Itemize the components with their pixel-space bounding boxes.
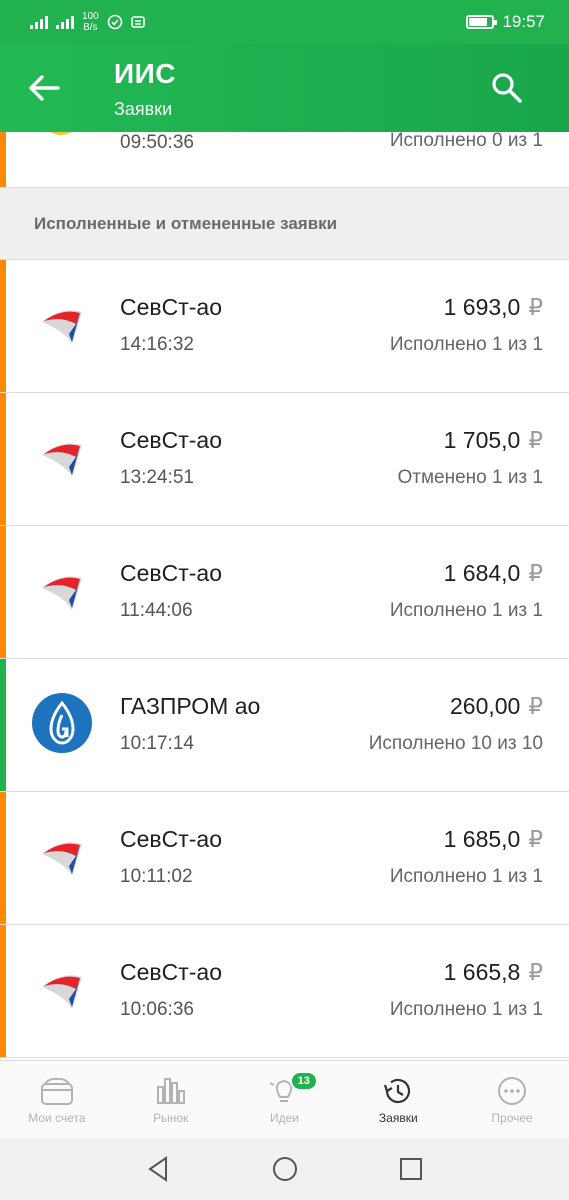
nav-label: Идеи [269, 1111, 299, 1125]
instrument-name: СевСт-ао [120, 427, 223, 453]
instrument-name: ГАЗПРОМ ао [120, 693, 261, 719]
battery-icon [466, 15, 498, 29]
status-bar: 100 B/s 19:57 [0, 0, 569, 44]
order-side-indicator [0, 526, 6, 658]
order-price: 1 685,0 ₽ [444, 826, 543, 853]
order-time: 11:44:06 [120, 600, 193, 621]
gazprom-logo [32, 693, 92, 753]
network-speed-unit: B/s [83, 22, 98, 33]
page-title: ИИС [114, 58, 176, 89]
signal-strength-icon [30, 15, 48, 29]
orders-list: 09:50:36 Исполнено 0 из 1 Исполненные и … [0, 132, 569, 1060]
network-speed: 100 B/s [82, 11, 99, 33]
nav-orders[interactable]: Заявки [341, 1061, 455, 1138]
order-status: Исполнено 1 из 1 [389, 334, 543, 355]
order-row[interactable]: СевСт-ао 10:06:36 1 665,8 ₽ Исполнено 1 из 1 [0, 925, 569, 1058]
order-row-partial[interactable]: 09:50:36 Исполнено 0 из 1 [0, 132, 569, 188]
order-row[interactable]: СевСт-ао 13:24:51 1 705,0 ₽ Отменено 1 из 1 [0, 393, 569, 526]
ruble-icon: ₽ [528, 826, 543, 852]
order-side-indicator [0, 792, 6, 924]
search-icon[interactable] [489, 70, 525, 106]
system-navigation-bar [0, 1138, 569, 1200]
order-price-value: 1 693,0 [443, 294, 521, 320]
order-time: 13:24:51 [120, 467, 194, 488]
order-side-indicator [0, 659, 6, 791]
app-bar: ИИС Заявки [0, 44, 569, 132]
severstal-logo [42, 576, 82, 610]
order-status: Отменено 1 из 1 [397, 467, 543, 488]
instrument-name: СевСт-ао [120, 826, 223, 852]
order-time: 14:16:32 [120, 334, 194, 355]
ideas-count-badge: 13 [289, 1071, 318, 1091]
order-side-indicator [0, 132, 6, 187]
order-row[interactable]: СевСт-ао 10:11:02 1 685,0 ₽ Исполнено 1 из 1 [0, 792, 569, 925]
nav-my-accounts[interactable]: Мои счета [0, 1061, 114, 1138]
nav-label: Заявки [378, 1111, 418, 1125]
ruble-icon: ₽ [528, 427, 543, 453]
order-status: Исполнено 1 из 1 [389, 600, 543, 621]
wallet-icon [40, 1077, 73, 1105]
instrument-logo [50, 132, 72, 135]
notification-icon [130, 16, 145, 28]
order-price-value: 1 705,0 [443, 427, 521, 453]
nav-ideas[interactable]: 13 Идеи [228, 1061, 342, 1138]
bottom-navigation: Мои счета Рынок 13 Идеи Заявки Прочее [0, 1060, 569, 1138]
market-chart-icon [156, 1078, 185, 1104]
signal-strength-icon-2 [56, 15, 74, 29]
order-status: Исполнено 10 из 10 [368, 733, 543, 754]
severstal-logo [42, 975, 82, 1009]
instrument-name: СевСт-ао [120, 294, 223, 320]
order-side-indicator [0, 393, 6, 525]
order-price: 260,00 ₽ [450, 693, 543, 720]
ruble-icon: ₽ [528, 294, 543, 320]
severstal-logo [42, 310, 82, 344]
check-circle-icon [107, 14, 122, 30]
clock: 19:57 [502, 12, 545, 31]
order-status: Исполнено 1 из 1 [389, 866, 543, 887]
order-time: 10:11:02 [120, 866, 193, 887]
severstal-logo [42, 443, 82, 477]
order-row[interactable]: СевСт-ао 14:16:32 1 693,0 ₽ Исполнено 1 из 1 [0, 260, 569, 393]
order-price-value: 1 685,0 [443, 826, 521, 852]
order-price: 1 665,8 ₽ [444, 959, 543, 986]
nav-label: Прочее [491, 1111, 533, 1125]
order-side-indicator [0, 260, 6, 392]
order-row[interactable]: ГАЗПРОМ ао 10:17:14 260,00 ₽ Исполнено 10 из… [0, 659, 569, 792]
order-price-value: 260,00 [450, 693, 521, 719]
section-header: Исполненные и отмененные заявки [0, 188, 569, 260]
order-price: 1 684,0 ₽ [444, 560, 543, 587]
order-price-value: 1 665,8 [443, 959, 521, 985]
severstal-logo [42, 842, 82, 876]
nav-label: Рынок [153, 1111, 189, 1125]
order-time: 10:06:36 [120, 999, 194, 1020]
system-home-icon[interactable] [270, 1154, 300, 1184]
order-price: 1 693,0 ₽ [444, 294, 543, 321]
history-clock-icon [384, 1078, 411, 1104]
order-time: 10:17:14 [120, 733, 194, 754]
order-price: 1 705,0 ₽ [444, 427, 543, 454]
system-recents-icon[interactable] [396, 1154, 426, 1184]
order-price-value: 1 684,0 [443, 560, 521, 586]
more-dots-icon [498, 1077, 527, 1105]
ruble-icon: ₽ [528, 959, 543, 985]
ruble-icon: ₽ [528, 693, 543, 719]
order-row[interactable]: СевСт-ао 11:44:06 1 684,0 ₽ Исполнено 1 из 1 [0, 526, 569, 659]
instrument-name: СевСт-ао [120, 959, 223, 985]
network-speed-value: 100 [82, 11, 99, 22]
order-status: Исполнено 1 из 1 [389, 999, 543, 1020]
order-status: Исполнено 0 из 1 [389, 132, 543, 151]
instrument-name: СевСт-ао [120, 560, 223, 586]
nav-more[interactable]: Прочее [455, 1061, 569, 1138]
system-back-icon[interactable] [144, 1154, 174, 1184]
order-time: 09:50:36 [120, 132, 194, 153]
nav-market[interactable]: Рынок [114, 1061, 228, 1138]
order-side-indicator [0, 925, 6, 1057]
ruble-icon: ₽ [528, 560, 543, 586]
back-arrow-icon[interactable] [24, 68, 64, 108]
nav-label: Мои счета [28, 1111, 86, 1125]
page-subtitle: Заявки [114, 99, 173, 119]
